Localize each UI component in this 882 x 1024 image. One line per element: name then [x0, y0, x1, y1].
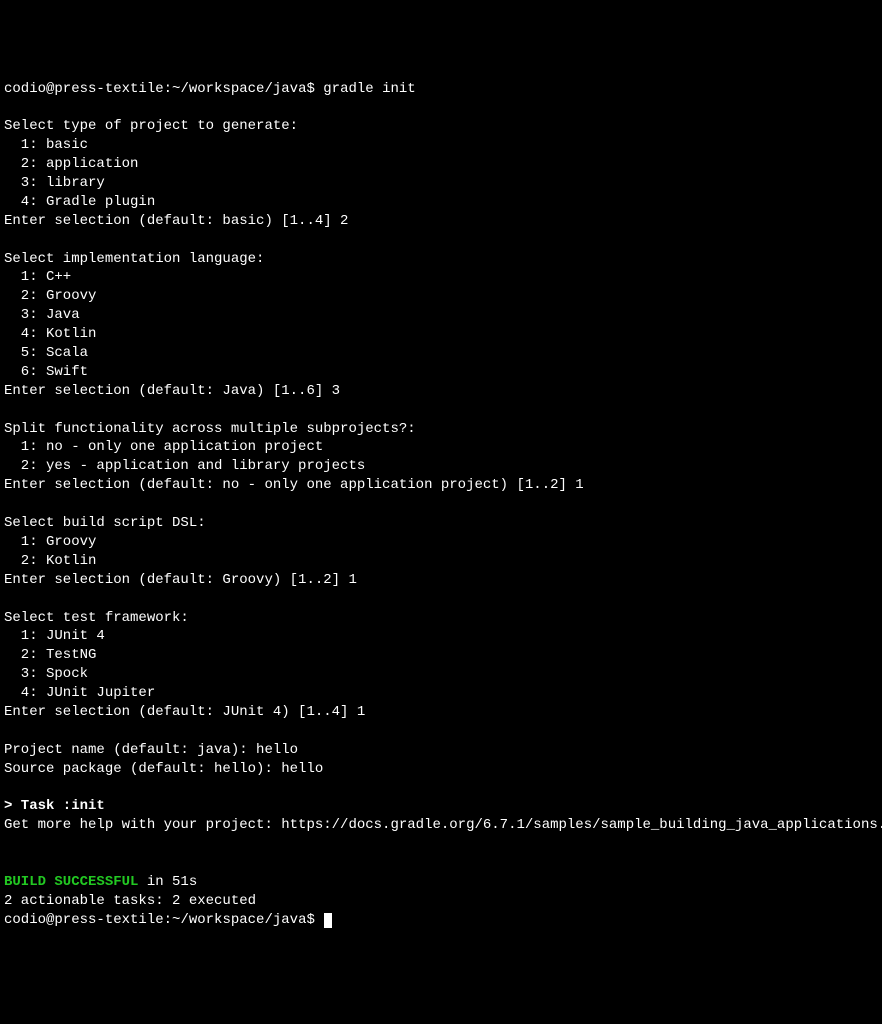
source-package-entry: Source package (default: hello): hello: [4, 761, 323, 777]
subprojects-entry: Enter selection (default: no - only one …: [4, 477, 584, 493]
language-option: 3: Java: [4, 307, 80, 323]
project-type-header: Select type of project to generate:: [4, 118, 298, 134]
project-type-option: 3: library: [4, 175, 105, 191]
project-type-option: 2: application: [4, 156, 138, 172]
prompt-line-1: codio@press-textile:~/workspace/java$ gr…: [4, 81, 416, 97]
test-framework-entry: Enter selection (default: JUnit 4) [1..4…: [4, 704, 365, 720]
terminal-cursor[interactable]: [324, 913, 332, 928]
help-link-text: Get more help with your project: https:/…: [4, 817, 882, 833]
language-option: 6: Swift: [4, 364, 88, 380]
dsl-option: 2: Kotlin: [4, 553, 96, 569]
test-framework-option: 4: JUnit Jupiter: [4, 685, 155, 701]
project-type-option: 4: Gradle plugin: [4, 194, 155, 210]
language-header: Select implementation language:: [4, 251, 264, 267]
dsl-option: 1: Groovy: [4, 534, 96, 550]
build-result-line: BUILD SUCCESSFUL in 51s: [4, 874, 197, 890]
test-framework-option: 1: JUnit 4: [4, 628, 105, 644]
subprojects-option: 1: no - only one application project: [4, 439, 323, 455]
tasks-executed-line: 2 actionable tasks: 2 executed: [4, 893, 256, 909]
test-framework-option: 2: TestNG: [4, 647, 96, 663]
language-option: 2: Groovy: [4, 288, 96, 304]
project-type-entry: Enter selection (default: basic) [1..4] …: [4, 213, 348, 229]
test-framework-option: 3: Spock: [4, 666, 88, 682]
dsl-entry: Enter selection (default: Groovy) [1..2]…: [4, 572, 357, 588]
subprojects-option: 2: yes - application and library project…: [4, 458, 365, 474]
task-init-header: > Task :init: [4, 798, 105, 814]
dsl-header: Select build script DSL:: [4, 515, 206, 531]
language-entry: Enter selection (default: Java) [1..6] 3: [4, 383, 340, 399]
terminal-output[interactable]: codio@press-textile:~/workspace/java$ gr…: [4, 80, 878, 930]
test-framework-header: Select test framework:: [4, 610, 189, 626]
prompt-line-2: codio@press-textile:~/workspace/java$: [4, 912, 323, 928]
language-option: 4: Kotlin: [4, 326, 96, 342]
project-name-entry: Project name (default: java): hello: [4, 742, 298, 758]
subprojects-header: Split functionality across multiple subp…: [4, 421, 416, 437]
language-option: 1: C++: [4, 269, 71, 285]
project-type-option: 1: basic: [4, 137, 88, 153]
language-option: 5: Scala: [4, 345, 88, 361]
build-successful-label: BUILD SUCCESSFUL: [4, 874, 138, 890]
